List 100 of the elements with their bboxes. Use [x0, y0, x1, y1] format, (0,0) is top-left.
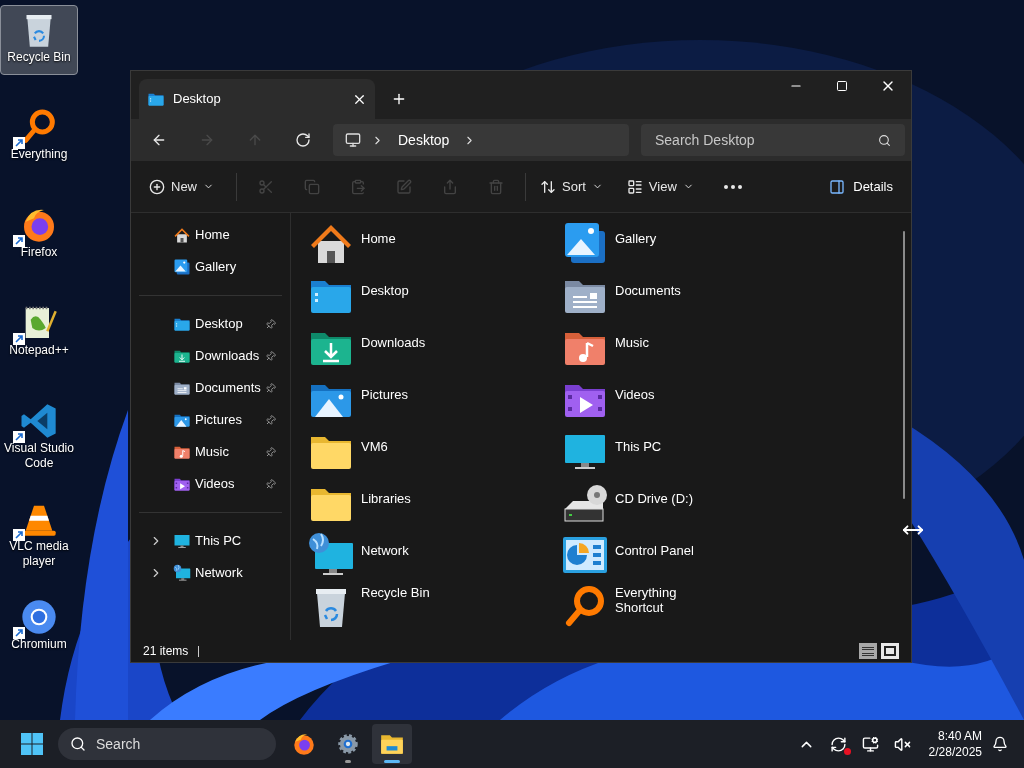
tiles-view-button[interactable] [881, 643, 899, 659]
monitor-icon [173, 532, 191, 550]
folder-item[interactable]: Home [307, 219, 561, 271]
folder-item[interactable]: This PC [561, 427, 815, 479]
sync-icon[interactable] [830, 735, 848, 753]
sidebar-item[interactable]: Music [139, 436, 282, 468]
muted-speaker-icon[interactable] [894, 735, 912, 753]
folder-item[interactable]: Pictures [307, 375, 561, 427]
sidebar-item[interactable]: Desktop [139, 308, 282, 340]
view-button[interactable]: View [618, 170, 702, 203]
folder-item[interactable]: Gallery [561, 219, 815, 271]
desktop-shortcut[interactable]: Notepad++ [0, 299, 78, 369]
pen-icon [396, 178, 412, 195]
fox-globe-icon [291, 731, 317, 757]
sidebar-item[interactable]: Network [139, 557, 282, 589]
folder-item[interactable]: Everything Shortcut [561, 583, 815, 635]
refresh-icon [295, 132, 311, 148]
taskbar-app-button[interactable] [372, 724, 412, 764]
sidebar-item[interactable]: Videos [139, 468, 282, 500]
item-label: VM6 [361, 438, 389, 456]
details-view-button[interactable] [859, 643, 877, 659]
clipboard-icon [350, 178, 366, 195]
taskbar-search-field[interactable]: Search [58, 728, 276, 760]
item-label: Videos [615, 386, 656, 404]
desktop-shortcut[interactable]: Chromium [0, 593, 78, 663]
code-editor-icon [19, 401, 59, 441]
folder-item[interactable]: Documents [561, 271, 815, 323]
clock-time[interactable]: 8:40 AM [937, 728, 982, 744]
shortcut-label: Notepad++ [9, 343, 69, 358]
search-icon [878, 134, 891, 147]
folder-item[interactable]: Network [307, 531, 561, 583]
folder-item[interactable]: Libraries [307, 479, 561, 531]
share-icon [442, 178, 458, 195]
desktop-shortcut[interactable]: Recycle Bin [0, 5, 78, 75]
sidebar-label: Music [195, 443, 230, 462]
details-button[interactable]: Details [821, 170, 901, 203]
address-bar[interactable]: Desktop [333, 124, 629, 156]
item-label: This PC [615, 438, 663, 456]
sort-button[interactable]: Sort [532, 170, 611, 203]
side-panel-icon [829, 178, 846, 195]
sidebar-item[interactable]: Documents [139, 372, 282, 404]
breadcrumb[interactable]: Desktop [398, 129, 450, 151]
item-label: Gallery [615, 230, 658, 248]
item-count: 21 items [143, 643, 189, 660]
tile-icon [884, 646, 896, 656]
folder-item[interactable]: VM6 [307, 427, 561, 479]
house-icon [173, 226, 191, 244]
item-label: CD Drive (D:) [615, 490, 694, 508]
desktop-shortcut[interactable]: Everything [0, 103, 78, 173]
sidebar-label: Home [195, 226, 231, 245]
item-label: Downloads [361, 334, 427, 352]
folder-item[interactable]: Control Panel [561, 531, 815, 583]
list-icon [862, 646, 874, 656]
monitor-icon[interactable] [862, 735, 880, 753]
scissors-icon [258, 178, 274, 195]
copy-icon [304, 178, 320, 195]
sidebar-label: Pictures [195, 411, 243, 430]
monitor-icon [345, 132, 361, 148]
window-tab[interactable]: Desktop [139, 79, 375, 119]
item-label: Network [361, 542, 410, 560]
item-label: Home [361, 230, 397, 248]
sidebar-label: Documents [195, 379, 262, 398]
shortcut-label: Recycle Bin [7, 50, 71, 65]
search-icon [70, 736, 86, 752]
folder-item[interactable]: Videos [561, 375, 815, 427]
item-label: Documents [615, 282, 682, 300]
plus-circle-icon [149, 178, 165, 195]
sidebar-label: Desktop [195, 315, 244, 334]
new-tab-icon[interactable] [391, 91, 407, 107]
shortcut-label: VLC media player [8, 539, 70, 569]
tab-title: Desktop [173, 90, 222, 109]
item-label: Libraries [361, 490, 412, 508]
folder-item[interactable]: Recycle Bin [307, 583, 561, 635]
notification-bell-icon[interactable] [992, 736, 1008, 752]
folder-item[interactable]: Downloads [307, 323, 561, 375]
search-field[interactable]: Search Desktop [641, 124, 905, 156]
arrow-right-icon [199, 132, 215, 148]
new-button[interactable]: New [141, 170, 222, 203]
scrollbar[interactable] [903, 231, 905, 499]
folder-item[interactable]: CD Drive (D:) [561, 479, 815, 531]
sidebar-label: Downloads [195, 347, 261, 366]
sidebar-item[interactable]: Gallery [139, 251, 282, 283]
sidebar-item[interactable]: Downloads [139, 340, 282, 372]
sidebar-item[interactable]: Pictures [139, 404, 282, 436]
desktop-shortcut[interactable]: Firefox [0, 201, 78, 271]
item-label: Recycle Bin [361, 585, 431, 600]
trash-icon [488, 178, 504, 195]
sidebar-label: Network [195, 564, 244, 583]
network-monitor-icon [173, 564, 191, 582]
item-label: Music [615, 334, 650, 352]
clock-date[interactable]: 2/28/2025 [928, 744, 982, 760]
folder-item[interactable]: Desktop [307, 271, 561, 323]
start-button[interactable] [20, 732, 44, 756]
sidebar-item[interactable]: This PC [139, 525, 282, 557]
folder-item[interactable]: Music [561, 323, 815, 375]
sidebar-label: Gallery [195, 258, 238, 277]
up-down-arrows-icon [540, 178, 556, 195]
shortcut-label: Firefox [20, 245, 58, 260]
sidebar-label: Videos [195, 475, 236, 494]
sidebar-item[interactable]: Home [139, 219, 282, 251]
